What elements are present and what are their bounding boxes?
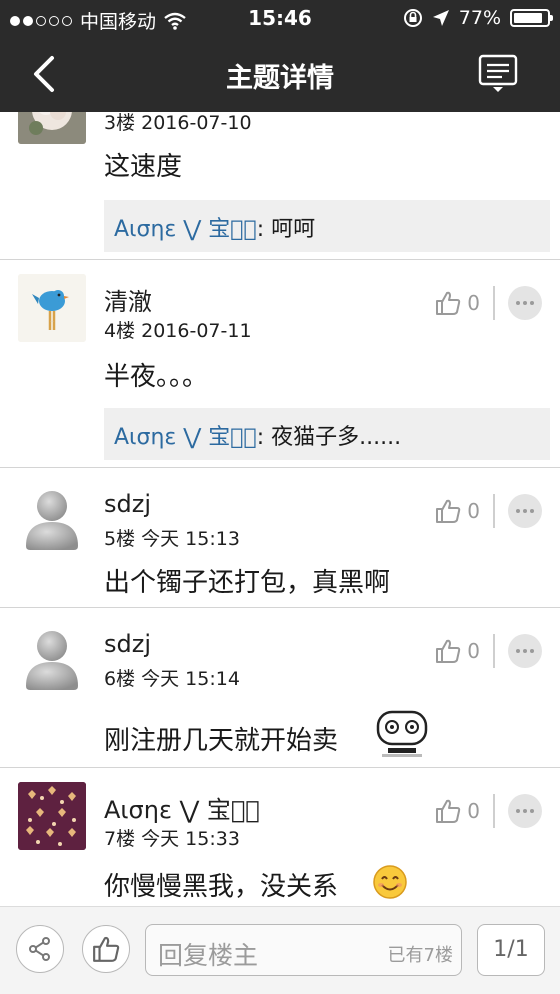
- post-content: 出个镯子还打包，真黑啊: [104, 568, 391, 598]
- post-content: 半夜。。。: [104, 362, 209, 392]
- post-meta: 3楼 2016-07-10: [104, 112, 252, 134]
- location-icon: [432, 10, 449, 26]
- like-button[interactable]: 0: [435, 290, 480, 316]
- more-dots-icon[interactable]: [508, 794, 542, 828]
- list-menu-icon[interactable]: [478, 54, 518, 94]
- lock-rotation-icon: [403, 9, 422, 27]
- dizzy-emoticon-icon: [376, 710, 428, 757]
- like-count: 0: [467, 499, 480, 523]
- reply-list[interactable]: 3楼 2016-07-10 这速度 Aισηε ⋁ 宝儿᷃: 呵呵 ... 清澈…: [0, 112, 560, 906]
- share-button[interactable]: [16, 925, 64, 973]
- like-count: 0: [467, 799, 480, 823]
- more-dots-icon[interactable]: [508, 286, 542, 320]
- post-content: 你慢慢黑我，没关系: [104, 872, 339, 902]
- like-count: 0: [467, 639, 480, 663]
- page-indicator-button[interactable]: 1/1: [477, 924, 545, 976]
- like-count: 0: [467, 291, 480, 315]
- nav-bar: 主题详情: [0, 36, 560, 112]
- status-bar: 中国移动 15:46 77%: [0, 0, 560, 36]
- battery-icon: [510, 9, 553, 27]
- post-meta: 5楼 今天 15:13: [104, 528, 240, 550]
- reply-count: 已有7楼: [387, 945, 453, 966]
- post-username[interactable]: Aισηε ⋁ 宝儿᷃: [104, 790, 260, 825]
- divider: [493, 794, 495, 828]
- post-meta: 6楼 今天 15:14: [104, 668, 240, 690]
- post-meta: 4楼 2016-07-11: [104, 320, 252, 342]
- reply-post: sdzj 5楼 今天 15:13 0 出个镯子还打包，真黑啊: [0, 468, 560, 608]
- quoted-text: : 呵呵: [256, 217, 316, 242]
- more-dots-icon[interactable]: [508, 634, 542, 668]
- page-title: 主题详情: [226, 63, 334, 94]
- reply-input[interactable]: 回复楼主 已有7楼: [145, 924, 462, 976]
- battery-percent: 77%: [458, 7, 501, 29]
- reply-placeholder: 回复楼主: [158, 941, 259, 970]
- like-button[interactable]: 0: [435, 498, 480, 524]
- reply-post: 3楼 2016-07-10 这速度 Aισηε ⋁ 宝儿᷃: 呵呵: [0, 112, 560, 260]
- share-icon: [29, 937, 50, 961]
- quoted-username[interactable]: Aισηε ⋁ 宝儿᷃: [114, 425, 257, 450]
- like-button[interactable]: 0: [435, 798, 480, 824]
- thumbs-up-icon: [93, 936, 120, 962]
- avatar[interactable]: [18, 782, 86, 850]
- reply-post: sdzj 6楼 今天 15:14 0 刚注册几天就开始卖: [0, 608, 560, 768]
- quoted-reply[interactable]: Aισηε ⋁ 宝儿᷃: 呵呵: [104, 200, 550, 252]
- divider: [493, 634, 495, 668]
- reply-post: ... 清澈 4楼 2016-07-11 0 半夜。。。 Aισηε ⋁ 宝儿᷃…: [0, 260, 560, 468]
- smile-emoji-icon: [373, 865, 407, 899]
- reply-post: Aισηε ⋁ 宝儿᷃ 7楼 今天 15:33 0 你慢慢黑我，没关系: [0, 768, 560, 906]
- svg-text:...: ...: [50, 318, 54, 323]
- more-dots-icon[interactable]: [508, 494, 542, 528]
- post-content: 刚注册几天就开始卖: [104, 726, 339, 756]
- avatar[interactable]: ...: [18, 274, 86, 342]
- like-topic-button[interactable]: [82, 925, 130, 973]
- quoted-text: : 夜猫子多......: [256, 425, 402, 450]
- post-meta: 7楼 今天 15:33: [104, 828, 240, 850]
- post-username[interactable]: 清澈: [104, 282, 152, 317]
- avatar[interactable]: [18, 622, 86, 690]
- avatar[interactable]: [18, 482, 86, 550]
- quoted-username[interactable]: Aισηε ⋁ 宝儿᷃: [114, 217, 257, 242]
- divider: [493, 494, 495, 528]
- avatar[interactable]: [18, 112, 86, 144]
- post-content: 这速度: [104, 152, 183, 182]
- quoted-reply[interactable]: Aισηε ⋁ 宝儿᷃: 夜猫子多......: [104, 408, 550, 460]
- thumbs-up-icon: [436, 499, 461, 523]
- thumbs-up-icon: [436, 639, 461, 663]
- post-username[interactable]: sdzj: [104, 630, 151, 658]
- thumbs-up-icon: [436, 799, 461, 823]
- bottom-action-bar: 回复楼主 已有7楼 1/1: [0, 906, 560, 994]
- like-button[interactable]: 0: [435, 638, 480, 664]
- thumbs-up-icon: [436, 291, 461, 315]
- post-username[interactable]: sdzj: [104, 490, 151, 518]
- divider: [493, 286, 495, 320]
